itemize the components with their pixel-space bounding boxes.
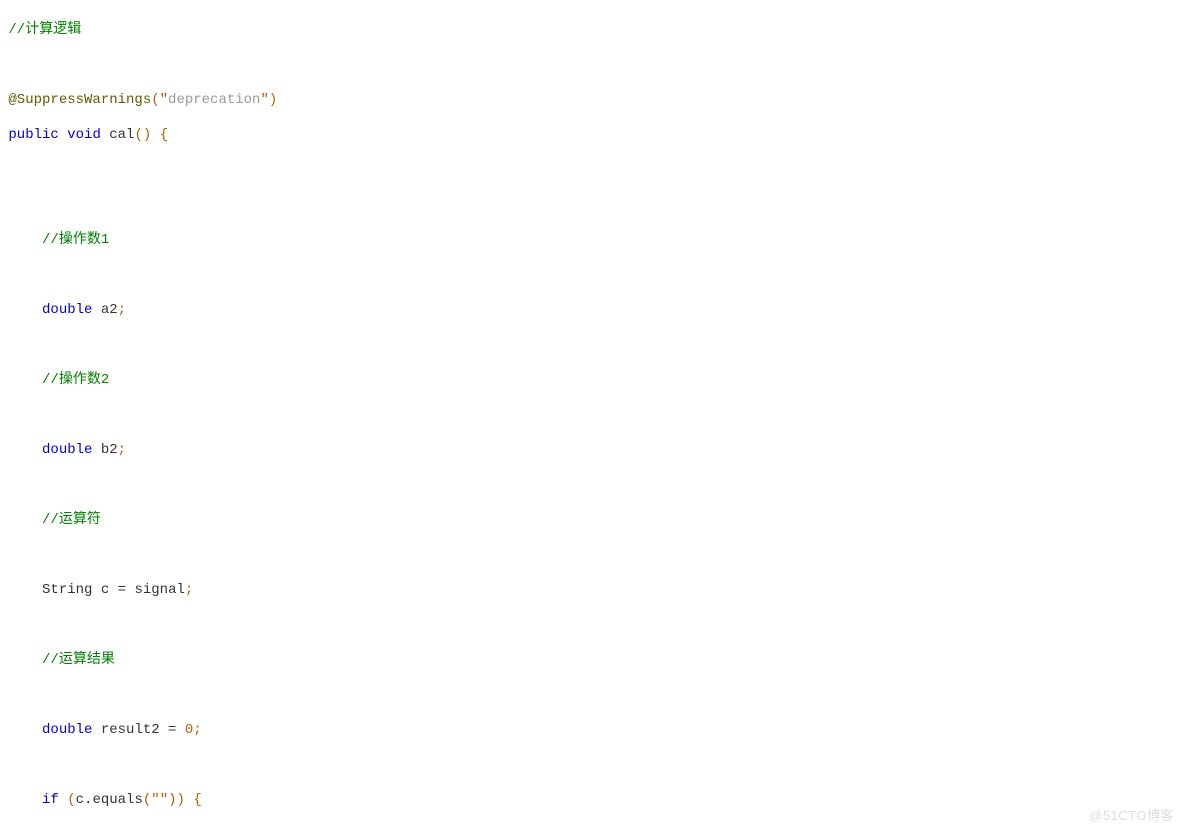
annotation: @SuppressWarnings — [8, 92, 151, 108]
comment: //操作数1 — [42, 232, 109, 248]
keyword-public: public — [8, 127, 58, 143]
code-content: //计算逻辑 @SuppressWarnings("deprecation") … — [0, 0, 1184, 830]
watermark: @51CTO博客 — [1089, 807, 1174, 825]
comment: //计算逻辑 — [8, 22, 81, 38]
